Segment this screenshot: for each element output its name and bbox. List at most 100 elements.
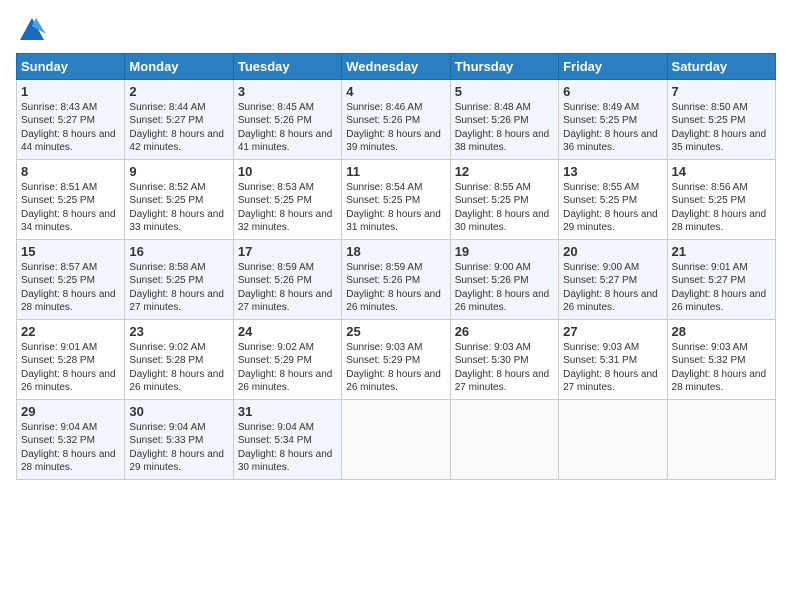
calendar-cell: 24 Sunrise: 9:02 AM Sunset: 5:29 PM Dayl… (233, 319, 341, 399)
day-number: 27 (563, 324, 662, 339)
cell-sunrise: Sunrise: 8:52 AM (129, 182, 205, 193)
cell-sunrise: Sunrise: 9:04 AM (238, 422, 314, 433)
calendar-header: SundayMondayTuesdayWednesdayThursdayFrid… (17, 53, 776, 79)
calendar-cell: 21 Sunrise: 9:01 AM Sunset: 5:27 PM Dayl… (667, 239, 775, 319)
cell-daylight: Daylight: 8 hours and 42 minutes. (129, 129, 224, 154)
calendar-cell: 10 Sunrise: 8:53 AM Sunset: 5:25 PM Dayl… (233, 159, 341, 239)
cell-sunset: Sunset: 5:28 PM (129, 355, 203, 366)
day-number: 6 (563, 84, 662, 99)
calendar-cell: 22 Sunrise: 9:01 AM Sunset: 5:28 PM Dayl… (17, 319, 125, 399)
calendar-cell: 6 Sunrise: 8:49 AM Sunset: 5:25 PM Dayli… (559, 79, 667, 159)
day-number: 13 (563, 164, 662, 179)
cell-sunrise: Sunrise: 8:54 AM (346, 182, 422, 193)
cell-daylight: Daylight: 8 hours and 41 minutes. (238, 129, 333, 154)
day-number: 7 (672, 84, 771, 99)
day-number: 18 (346, 244, 445, 259)
cell-sunset: Sunset: 5:28 PM (21, 355, 95, 366)
cell-sunset: Sunset: 5:27 PM (563, 275, 637, 286)
cell-daylight: Daylight: 8 hours and 36 minutes. (563, 129, 658, 154)
cell-sunset: Sunset: 5:25 PM (563, 195, 637, 206)
cell-sunset: Sunset: 5:32 PM (672, 355, 746, 366)
cell-sunrise: Sunrise: 8:48 AM (455, 102, 531, 113)
cell-sunset: Sunset: 5:31 PM (563, 355, 637, 366)
day-number: 31 (238, 404, 337, 419)
calendar-cell: 17 Sunrise: 8:59 AM Sunset: 5:26 PM Dayl… (233, 239, 341, 319)
cell-daylight: Daylight: 8 hours and 29 minutes. (563, 209, 658, 234)
day-number: 26 (455, 324, 554, 339)
cell-sunrise: Sunrise: 8:59 AM (238, 262, 314, 273)
header (16, 12, 776, 49)
calendar-cell: 2 Sunrise: 8:44 AM Sunset: 5:27 PM Dayli… (125, 79, 233, 159)
cell-sunset: Sunset: 5:26 PM (238, 115, 312, 126)
cell-sunrise: Sunrise: 8:56 AM (672, 182, 748, 193)
cell-sunrise: Sunrise: 8:53 AM (238, 182, 314, 193)
cell-sunrise: Sunrise: 9:00 AM (455, 262, 531, 273)
cell-daylight: Daylight: 8 hours and 38 minutes. (455, 129, 550, 154)
day-number: 21 (672, 244, 771, 259)
cell-daylight: Daylight: 8 hours and 26 minutes. (238, 369, 333, 394)
cell-sunrise: Sunrise: 8:57 AM (21, 262, 97, 273)
calendar-cell: 16 Sunrise: 8:58 AM Sunset: 5:25 PM Dayl… (125, 239, 233, 319)
calendar-cell: 9 Sunrise: 8:52 AM Sunset: 5:25 PM Dayli… (125, 159, 233, 239)
calendar-cell: 31 Sunrise: 9:04 AM Sunset: 5:34 PM Dayl… (233, 399, 341, 479)
day-number: 24 (238, 324, 337, 339)
calendar-cell: 11 Sunrise: 8:54 AM Sunset: 5:25 PM Dayl… (342, 159, 450, 239)
cell-sunset: Sunset: 5:25 PM (21, 195, 95, 206)
cell-sunset: Sunset: 5:25 PM (455, 195, 529, 206)
logo (16, 16, 46, 49)
day-number: 9 (129, 164, 228, 179)
day-number: 10 (238, 164, 337, 179)
cell-sunrise: Sunrise: 8:45 AM (238, 102, 314, 113)
day-number: 11 (346, 164, 445, 179)
cell-daylight: Daylight: 8 hours and 32 minutes. (238, 209, 333, 234)
day-number: 17 (238, 244, 337, 259)
cell-daylight: Daylight: 8 hours and 26 minutes. (129, 369, 224, 394)
calendar-cell: 1 Sunrise: 8:43 AM Sunset: 5:27 PM Dayli… (17, 79, 125, 159)
cell-daylight: Daylight: 8 hours and 35 minutes. (672, 129, 767, 154)
cell-sunrise: Sunrise: 9:03 AM (672, 342, 748, 353)
cell-daylight: Daylight: 8 hours and 26 minutes. (346, 289, 441, 314)
cell-sunset: Sunset: 5:26 PM (346, 115, 420, 126)
cell-sunset: Sunset: 5:25 PM (672, 115, 746, 126)
logo-text (16, 16, 46, 49)
calendar-cell: 5 Sunrise: 8:48 AM Sunset: 5:26 PM Dayli… (450, 79, 558, 159)
calendar-cell (559, 399, 667, 479)
calendar-cell: 25 Sunrise: 9:03 AM Sunset: 5:29 PM Dayl… (342, 319, 450, 399)
day-number: 14 (672, 164, 771, 179)
calendar-cell: 8 Sunrise: 8:51 AM Sunset: 5:25 PM Dayli… (17, 159, 125, 239)
cell-sunrise: Sunrise: 9:01 AM (672, 262, 748, 273)
day-number: 2 (129, 84, 228, 99)
weekday-header: Saturday (667, 53, 775, 79)
cell-daylight: Daylight: 8 hours and 31 minutes. (346, 209, 441, 234)
day-number: 23 (129, 324, 228, 339)
cell-sunrise: Sunrise: 8:49 AM (563, 102, 639, 113)
day-number: 8 (21, 164, 120, 179)
weekday-header: Wednesday (342, 53, 450, 79)
cell-daylight: Daylight: 8 hours and 26 minutes. (455, 289, 550, 314)
cell-sunset: Sunset: 5:25 PM (129, 195, 203, 206)
calendar-cell (450, 399, 558, 479)
page-container: SundayMondayTuesdayWednesdayThursdayFrid… (0, 0, 792, 488)
day-number: 30 (129, 404, 228, 419)
weekday-header: Tuesday (233, 53, 341, 79)
day-number: 29 (21, 404, 120, 419)
calendar-cell: 4 Sunrise: 8:46 AM Sunset: 5:26 PM Dayli… (342, 79, 450, 159)
cell-daylight: Daylight: 8 hours and 27 minutes. (455, 369, 550, 394)
cell-sunset: Sunset: 5:32 PM (21, 435, 95, 446)
calendar-cell: 20 Sunrise: 9:00 AM Sunset: 5:27 PM Dayl… (559, 239, 667, 319)
weekday-header: Monday (125, 53, 233, 79)
calendar-cell: 15 Sunrise: 8:57 AM Sunset: 5:25 PM Dayl… (17, 239, 125, 319)
cell-sunrise: Sunrise: 9:01 AM (21, 342, 97, 353)
cell-sunrise: Sunrise: 9:04 AM (129, 422, 205, 433)
day-number: 12 (455, 164, 554, 179)
cell-daylight: Daylight: 8 hours and 27 minutes. (129, 289, 224, 314)
day-number: 15 (21, 244, 120, 259)
cell-daylight: Daylight: 8 hours and 27 minutes. (238, 289, 333, 314)
cell-daylight: Daylight: 8 hours and 27 minutes. (563, 369, 658, 394)
weekday-header: Sunday (17, 53, 125, 79)
cell-sunrise: Sunrise: 8:58 AM (129, 262, 205, 273)
logo-icon (18, 16, 46, 44)
cell-daylight: Daylight: 8 hours and 28 minutes. (672, 209, 767, 234)
day-number: 1 (21, 84, 120, 99)
calendar-cell: 28 Sunrise: 9:03 AM Sunset: 5:32 PM Dayl… (667, 319, 775, 399)
